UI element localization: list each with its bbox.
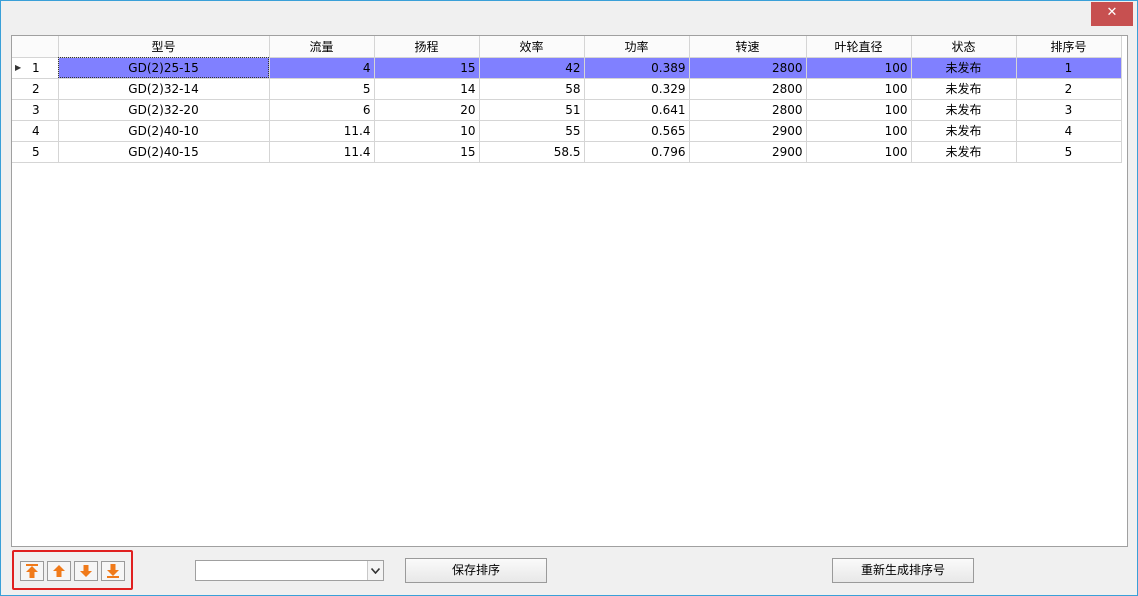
row-header[interactable]: 5 [12,141,59,163]
cell-head[interactable]: 10 [374,120,480,142]
header-row: 型号 流量 扬程 效率 功率 转速 叶轮直径 状态 排序号 [12,36,1122,58]
cell-efficiency[interactable]: 55 [479,120,585,142]
col-header-power[interactable]: 功率 [584,36,690,58]
move-to-top-icon [26,564,38,578]
cell-power[interactable]: 0.796 [584,141,690,163]
cell-impeller-diameter[interactable]: 100 [806,99,912,121]
cell-flow[interactable]: 6 [269,99,375,121]
move-down-button[interactable] [74,561,98,581]
cell-power[interactable]: 0.565 [584,120,690,142]
cell-impeller-diameter[interactable]: 100 [806,141,912,163]
table-row[interactable]: 3 GD(2)32-20 6 20 51 0.641 2800 100 未发布 … [12,99,1122,121]
cell-head[interactable]: 15 [374,141,480,163]
cell-sort-number[interactable]: 5 [1016,141,1122,163]
cell-head[interactable]: 15 [374,57,480,79]
cell-speed[interactable]: 2900 [689,141,807,163]
cell-speed[interactable]: 2800 [689,78,807,100]
row-index: 2 [32,81,40,96]
cell-model[interactable]: GD(2)40-10 [58,120,270,142]
table-row[interactable]: 2 GD(2)32-14 5 14 58 0.329 2800 100 未发布 … [12,78,1122,100]
data-grid[interactable]: 型号 流量 扬程 效率 功率 转速 叶轮直径 状态 排序号 ▶ 1 GD(2)2… [11,35,1128,547]
cell-speed[interactable]: 2900 [689,120,807,142]
save-sort-button[interactable]: 保存排序 [405,558,547,583]
cell-power[interactable]: 0.329 [584,78,690,100]
row-header-corner [12,36,59,58]
cell-head[interactable]: 20 [374,99,480,121]
cell-status[interactable]: 未发布 [911,120,1017,142]
table-row[interactable]: ▶ 1 GD(2)25-15 4 15 42 0.389 2800 100 未发… [12,57,1122,79]
cell-impeller-diameter[interactable]: 100 [806,57,912,79]
row-header[interactable]: ▶ 1 [12,57,59,79]
cell-efficiency[interactable]: 42 [479,57,585,79]
grid-table: 型号 流量 扬程 效率 功率 转速 叶轮直径 状态 排序号 ▶ 1 GD(2)2… [12,36,1122,163]
col-header-flow[interactable]: 流量 [269,36,375,58]
combo-dropdown-button[interactable] [367,561,383,580]
move-up-icon [53,565,65,577]
cell-power[interactable]: 0.641 [584,99,690,121]
cell-flow[interactable]: 4 [269,57,375,79]
cell-model[interactable]: GD(2)32-20 [58,99,270,121]
row-index: 3 [32,102,40,117]
col-header-impeller-diameter[interactable]: 叶轮直径 [806,36,912,58]
move-to-bottom-icon [107,564,119,578]
cell-sort-number[interactable]: 2 [1016,78,1122,100]
row-index: 4 [32,123,40,138]
col-header-sort-number[interactable]: 排序号 [1016,36,1122,58]
cell-model[interactable]: GD(2)40-15 [58,141,270,163]
table-row[interactable]: 5 GD(2)40-15 11.4 15 58.5 0.796 2900 100… [12,141,1122,163]
col-header-efficiency[interactable]: 效率 [479,36,585,58]
col-header-model[interactable]: 型号 [58,36,270,58]
cell-flow[interactable]: 11.4 [269,141,375,163]
cell-flow[interactable]: 5 [269,78,375,100]
move-to-top-button[interactable] [20,561,44,581]
cell-speed[interactable]: 2800 [689,99,807,121]
cell-head[interactable]: 14 [374,78,480,100]
cell-model[interactable]: GD(2)32-14 [58,78,270,100]
cell-power[interactable]: 0.389 [584,57,690,79]
cell-status[interactable]: 未发布 [911,99,1017,121]
chevron-down-icon [371,567,380,574]
cell-status[interactable]: 未发布 [911,78,1017,100]
cell-sort-number[interactable]: 3 [1016,99,1122,121]
sort-combo-box[interactable] [195,560,384,581]
row-header[interactable]: 3 [12,99,59,121]
move-up-button[interactable] [47,561,71,581]
sort-window: ✕ 型号 流量 扬程 效率 功率 转速 叶轮直径 状态 排序号 ▶ 1 GD(2… [0,0,1138,596]
cell-status[interactable]: 未发布 [911,57,1017,79]
close-icon: ✕ [1106,5,1118,20]
row-header[interactable]: 2 [12,78,59,100]
row-move-button-group [12,550,133,590]
row-header[interactable]: 4 [12,120,59,142]
col-header-status[interactable]: 状态 [911,36,1017,58]
close-button[interactable]: ✕ [1091,2,1133,26]
cell-efficiency[interactable]: 51 [479,99,585,121]
cell-sort-number[interactable]: 1 [1016,57,1122,79]
cell-efficiency[interactable]: 58.5 [479,141,585,163]
cell-efficiency[interactable]: 58 [479,78,585,100]
table-row[interactable]: 4 GD(2)40-10 11.4 10 55 0.565 2900 100 未… [12,120,1122,142]
move-down-icon [80,565,92,577]
current-row-arrow-icon: ▶ [15,62,22,72]
cell-impeller-diameter[interactable]: 100 [806,78,912,100]
cell-status[interactable]: 未发布 [911,141,1017,163]
cell-flow[interactable]: 11.4 [269,120,375,142]
cell-sort-number[interactable]: 4 [1016,120,1122,142]
col-header-head[interactable]: 扬程 [374,36,480,58]
col-header-speed[interactable]: 转速 [689,36,807,58]
row-index: 5 [32,144,40,159]
row-index: 1 [32,60,40,75]
cell-model[interactable]: GD(2)25-15 [58,57,270,79]
cell-speed[interactable]: 2800 [689,57,807,79]
regenerate-sort-number-button[interactable]: 重新生成排序号 [832,558,974,583]
move-to-bottom-button[interactable] [101,561,125,581]
cell-impeller-diameter[interactable]: 100 [806,120,912,142]
